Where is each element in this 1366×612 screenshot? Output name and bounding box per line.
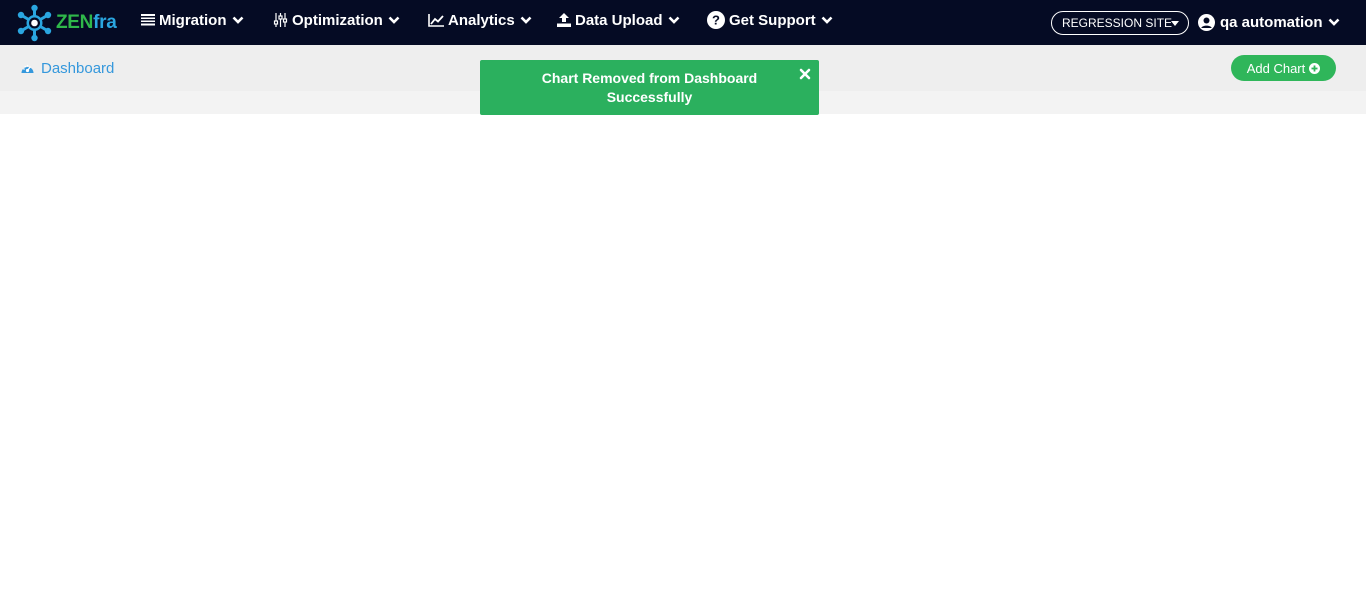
caret-down-icon bbox=[1171, 21, 1179, 26]
question-circle-icon: ? bbox=[707, 11, 725, 29]
nav-get-support[interactable]: ? Get Support bbox=[707, 0, 833, 40]
close-icon[interactable] bbox=[799, 66, 811, 80]
upload-icon bbox=[557, 13, 571, 27]
add-chart-button[interactable]: Add Chart bbox=[1231, 55, 1336, 81]
add-chart-label: Add Chart bbox=[1246, 60, 1306, 76]
logo-text-fra: fra bbox=[93, 12, 117, 33]
logo-mark-icon bbox=[16, 4, 53, 42]
toast-message: Chart Removed from Dashboard Successfull… bbox=[541, 70, 758, 105]
chevron-down-icon bbox=[388, 16, 400, 24]
list-icon bbox=[141, 14, 155, 26]
plus-circle-icon bbox=[1309, 62, 1321, 74]
site-select-value: REGRESSION SITE bbox=[1062, 16, 1173, 30]
nav-analytics-label: Analytics bbox=[448, 11, 515, 29]
user-circle-icon bbox=[1198, 13, 1215, 31]
toast-notification: Chart Removed from Dashboard Successfull… bbox=[480, 60, 819, 115]
svg-text:?: ? bbox=[712, 13, 720, 28]
chevron-down-icon bbox=[1328, 18, 1340, 26]
zenfra-logo[interactable]: ZENfra bbox=[16, 4, 117, 42]
sliders-icon bbox=[273, 13, 288, 27]
chevron-down-icon bbox=[821, 16, 833, 24]
nav-migration-label: Migration bbox=[159, 11, 227, 29]
nav-migration[interactable]: Migration bbox=[141, 0, 244, 40]
dashboard-gauge-icon bbox=[21, 63, 34, 74]
nav-analytics[interactable]: Analytics bbox=[428, 0, 532, 40]
breadcrumb-dashboard[interactable]: Dashboard bbox=[21, 58, 114, 78]
nav-data-upload-label: Data Upload bbox=[575, 11, 663, 29]
chevron-down-icon bbox=[520, 16, 532, 24]
nav-optimization[interactable]: Optimization bbox=[273, 0, 400, 40]
nav-optimization-label: Optimization bbox=[292, 11, 383, 29]
site-select[interactable]: REGRESSION SITE bbox=[1051, 11, 1189, 35]
top-navbar: ZENfra Migration Optimization Analytics … bbox=[0, 0, 1366, 45]
breadcrumb-label: Dashboard bbox=[41, 59, 115, 77]
nav-data-upload[interactable]: Data Upload bbox=[557, 0, 680, 40]
chevron-down-icon bbox=[232, 16, 244, 24]
logo-text-zen: ZEN bbox=[56, 12, 94, 33]
nav-get-support-label: Get Support bbox=[729, 11, 816, 29]
chevron-down-icon bbox=[668, 16, 680, 24]
line-chart-icon bbox=[428, 13, 444, 27]
user-name: qa automation bbox=[1220, 13, 1323, 31]
user-menu[interactable]: qa automation bbox=[1198, 11, 1340, 33]
